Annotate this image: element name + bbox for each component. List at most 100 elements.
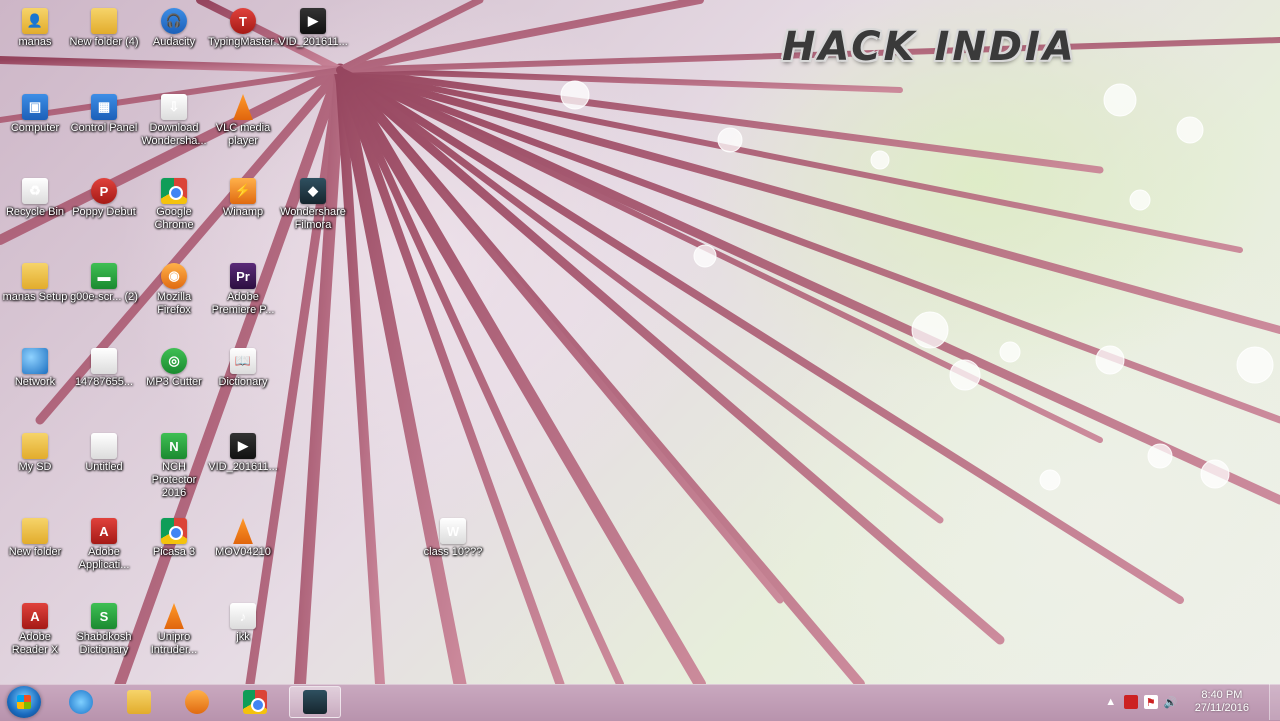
- desktop-icon-label: VID_201611...: [208, 461, 278, 473]
- taskbar-button-chrome[interactable]: [232, 686, 278, 718]
- desktop-icon-label: My SD: [18, 461, 52, 473]
- desktop-icon-adobe-applications[interactable]: A Adobe Applicati...: [69, 518, 139, 572]
- desktop-icon-winamp[interactable]: ⚡ Winamp: [208, 178, 278, 219]
- desktop-icon-label: VLC media player: [215, 122, 271, 147]
- desktop-icon-label: class 10???: [423, 546, 483, 558]
- desktop-icon-label: Mozilla Firefox: [156, 291, 192, 316]
- desktop-icon-manas-setup[interactable]: manas Setup: [0, 263, 70, 304]
- desktop-icon-vlc[interactable]: VLC media player: [208, 94, 278, 148]
- desktop-icon-adobe-premiere[interactable]: Pr Adobe Premiere P...: [208, 263, 278, 317]
- clock[interactable]: 8:40 PM 27/11/2016: [1195, 689, 1249, 715]
- file-icon: [91, 348, 117, 374]
- watermark-text: HACK INDIA: [782, 24, 1077, 70]
- show-hidden-icons-chevron-icon[interactable]: ▲: [1104, 695, 1118, 709]
- vlc-icon: [233, 94, 253, 120]
- word-doc-icon: W: [440, 518, 466, 544]
- desktop-icon-control-panel[interactable]: ▦ Control Panel: [69, 94, 139, 135]
- desktop-icon-nch-protector[interactable]: N NCH Protector 2016: [139, 433, 209, 500]
- desktop-icon-unipro[interactable]: Unipro Intruder...: [139, 603, 209, 657]
- desktop-icon-untitled[interactable]: Untitled: [69, 433, 139, 474]
- desktop-icon-poppy[interactable]: P Poppy Debut: [69, 178, 139, 219]
- desktop-icon-label: Winamp: [222, 206, 264, 218]
- taskbar-button-internet-explorer[interactable]: [58, 686, 104, 718]
- premiere-icon: Pr: [230, 263, 256, 289]
- desktop-icon-vid-2[interactable]: ▶ VID_201611...: [208, 433, 278, 474]
- taskbar-button-file-explorer[interactable]: [116, 686, 162, 718]
- desktop-icon-label: TypingMaster...: [208, 36, 283, 48]
- desktop-icon-audacity[interactable]: 🎧 Audacity: [139, 8, 209, 49]
- desktop-icon-label: MOV04210: [215, 546, 271, 558]
- audio-file-icon: ♪: [230, 603, 256, 629]
- folder-icon: [22, 433, 48, 459]
- user-folder-icon: 👤: [22, 8, 48, 34]
- desktop-icon-recycle-bin[interactable]: ♻ Recycle Bin: [0, 178, 70, 219]
- chrome-icon: [243, 690, 267, 714]
- desktop-icon-computer[interactable]: ▣ Computer: [0, 94, 70, 135]
- recycle-bin-icon: ♻: [22, 178, 48, 204]
- action-center-icon[interactable]: ⚑: [1143, 695, 1158, 709]
- winamp-icon: ⚡: [230, 178, 256, 204]
- control-panel-icon: ▦: [91, 94, 117, 120]
- volume-icon[interactable]: 🔊: [1164, 695, 1178, 709]
- network-status-icon[interactable]: [1123, 695, 1138, 709]
- desktop-icon-new-folder-4[interactable]: New folder (4): [69, 8, 139, 49]
- poppy-icon: P: [91, 178, 117, 204]
- file-explorer-icon: [127, 690, 151, 714]
- desktop-icon-label: Adobe Reader X: [11, 631, 59, 656]
- video-file-icon: ▶: [230, 433, 256, 459]
- desktop-icon-network[interactable]: Network: [0, 348, 70, 389]
- desktop[interactable]: HACK INDIA 👤 manas ▣ Computer ♻ Recycle …: [0, 0, 1280, 684]
- desktop-icon-my-sd[interactable]: My SD: [0, 433, 70, 474]
- clock-date: 27/11/2016: [1194, 702, 1249, 714]
- desktop-icon-class-10[interactable]: W class 10???: [418, 518, 488, 559]
- desktop-icon-label: Picasa 3: [152, 546, 196, 558]
- taskbar-button-media-player[interactable]: [174, 686, 220, 718]
- desktop-icon-label: New folder: [8, 546, 62, 558]
- audacity-icon: 🎧: [161, 8, 187, 34]
- picasa-icon: [161, 518, 187, 544]
- download-icon: ⇩: [161, 94, 187, 120]
- file-icon: [91, 433, 117, 459]
- desktop-icon-label: Unipro Intruder...: [150, 631, 198, 656]
- vlc-icon: [233, 518, 253, 544]
- desktop-icon-shabdkosh[interactable]: S Shabdkosh Dictionary: [69, 603, 139, 657]
- windows-start-icon[interactable]: [7, 686, 41, 718]
- shabdkosh-icon: S: [91, 603, 117, 629]
- desktop-icon-mp3-cutter[interactable]: ◎ MP3 Cutter: [139, 348, 209, 389]
- taskbar-button-filmora[interactable]: [289, 686, 341, 718]
- desktop-icon-jkk[interactable]: ♪ jkk: [208, 603, 278, 644]
- desktop-icon-picasa[interactable]: Picasa 3: [139, 518, 209, 559]
- desktop-icon-manas[interactable]: 👤 manas: [0, 8, 70, 49]
- dictionary-icon: 📖: [230, 348, 256, 374]
- desktop-icon-google-chrome[interactable]: Google Chrome: [139, 178, 209, 232]
- desktop-icon-label: MP3 Cutter: [146, 376, 202, 388]
- desktop-icon-new-folder[interactable]: New folder: [0, 518, 70, 559]
- desktop-icon-vid-1[interactable]: ▶ VID_201611...: [278, 8, 348, 49]
- show-desktop-button[interactable]: [1269, 684, 1280, 720]
- chrome-icon: [161, 178, 187, 204]
- folder-icon: [91, 8, 117, 34]
- desktop-icon-g00e-scr[interactable]: ▬ g00e-scr... (2): [69, 263, 139, 304]
- desktop-icon-14787655[interactable]: 14787655...: [69, 348, 139, 389]
- desktop-icon-label: manas Setup: [2, 291, 68, 303]
- desktop-icon-mov04210[interactable]: MOV04210: [208, 518, 278, 559]
- desktop-icon-label: Poppy Debut: [72, 206, 136, 218]
- desktop-icon-wondershare-filmora[interactable]: ◆ Wondershare Filmora: [278, 178, 348, 232]
- filmora-icon: ◆: [300, 178, 326, 204]
- green-window-icon: ▬: [91, 263, 117, 289]
- desktop-icon-download-wondershare[interactable]: ⇩ Download Wondersha...: [139, 94, 209, 148]
- desktop-icon-typingmaster[interactable]: T TypingMaster...: [208, 8, 283, 49]
- desktop-icon-label: VID_201611...: [278, 36, 348, 48]
- desktop-icon-label: Audacity: [152, 36, 196, 48]
- desktop-icon-mozilla-firefox[interactable]: ◉ Mozilla Firefox: [139, 263, 209, 317]
- computer-icon: ▣: [22, 94, 48, 120]
- filmora-icon: [303, 690, 327, 714]
- desktop-icon-adobe-reader[interactable]: A Adobe Reader X: [0, 603, 70, 657]
- desktop-icon-dictionary[interactable]: 📖 Dictionary: [208, 348, 278, 389]
- internet-explorer-icon: [69, 690, 93, 714]
- network-icon: [22, 348, 48, 374]
- desktop-icon-label: manas: [18, 36, 52, 48]
- system-tray: ▲ ⚑ 🔊 8:40 PM 27/11/2016: [1101, 684, 1280, 720]
- desktop-icon-label: Network: [14, 376, 56, 388]
- desktop-icon-label: Adobe Applicati...: [78, 546, 130, 571]
